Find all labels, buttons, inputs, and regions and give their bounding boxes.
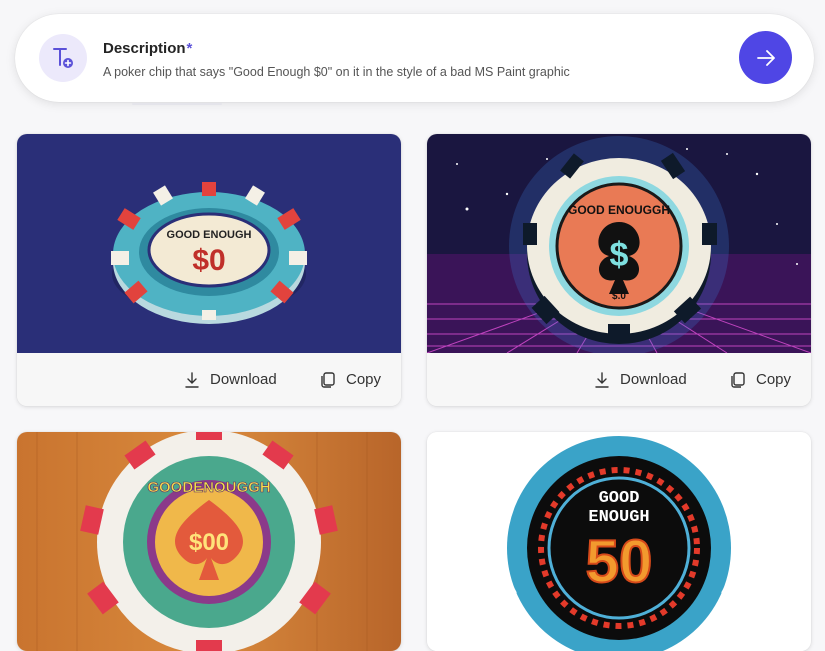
chip-text-value: $00	[189, 529, 229, 556]
prompt-bar: Description* A poker chip that says "Goo…	[15, 14, 814, 102]
copy-icon	[731, 371, 745, 388]
text-add-icon	[39, 34, 87, 82]
image-card: GOOD ENOUGGH $ $.0 Download Copy	[427, 134, 811, 406]
submit-button[interactable]	[739, 31, 792, 84]
download-button[interactable]: Download	[183, 353, 277, 406]
generated-image[interactable]: GOOD ENOUGH $0	[17, 134, 401, 353]
copy-icon	[321, 371, 335, 388]
image-card: GOOD ENOUGH $0 Download Copy	[17, 134, 401, 406]
image-card: GOOD ENOUGH 50	[427, 432, 811, 651]
chip-text-value: $.0	[612, 291, 626, 302]
chip-text-middle: ENOUGH	[588, 508, 649, 527]
arrow-right-icon	[756, 49, 775, 66]
chip-text-top: GOODENOUGGH	[147, 479, 270, 496]
download-icon	[595, 371, 609, 388]
description-input[interactable]: A poker chip that says "Good Enough $0" …	[103, 65, 570, 79]
generated-image[interactable]: GOOD ENOUGH 50	[427, 432, 811, 651]
download-icon	[185, 371, 199, 388]
chip-symbol: $	[610, 236, 629, 274]
chip-text-top: GOOD ENOUGH	[167, 229, 252, 241]
download-button[interactable]: Download	[593, 353, 687, 406]
image-card: GOODENOUGGH $00	[17, 432, 401, 651]
chip-text-top: GOOD	[599, 489, 640, 508]
divider	[132, 103, 222, 105]
copy-button[interactable]: Copy	[729, 353, 791, 406]
chip-text-value: 50	[586, 528, 653, 595]
chip-text-top: GOOD ENOUGGH	[568, 203, 670, 217]
card-actions: Download Copy	[17, 353, 401, 406]
generated-image[interactable]: GOODENOUGGH $00	[17, 432, 401, 651]
chip-text-value: $0	[192, 244, 225, 277]
copy-button[interactable]: Copy	[319, 353, 381, 406]
card-actions: Download Copy	[427, 353, 811, 406]
generated-image[interactable]: GOOD ENOUGGH $ $.0	[427, 134, 811, 353]
description-label: Description*	[103, 40, 193, 57]
